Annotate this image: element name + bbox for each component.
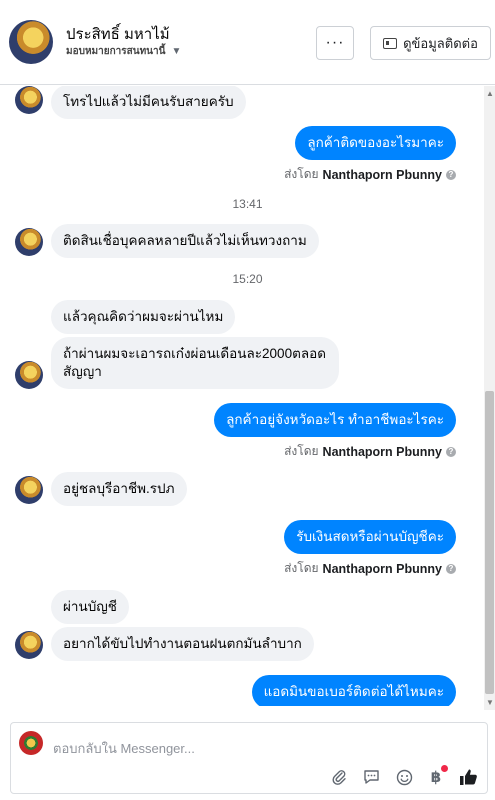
reply-input[interactable]: ตอบกลับใน Messenger... [53,738,195,759]
paperclip-icon[interactable] [329,767,349,787]
view-contact-info-button[interactable]: ดูข้อมูลติดต่อ [370,26,491,60]
assign-label: มอบหมายการสนทนานี้ [66,46,166,57]
view-contact-info-label: ดูข้อมูลติดต่อ [403,35,478,51]
contact-name[interactable]: ประสิทธิ์ มหาไม้ [66,22,170,46]
incoming-message: ผ่านบัญชี [51,590,129,624]
scroll-down-icon[interactable]: ▼ [486,698,494,707]
incoming-message: อยากได้ขับไปทำงานตอนฝนตกมันลำบาก [51,627,314,661]
timestamp: 15:20 [232,272,263,286]
chat-bubble-icon[interactable] [361,767,381,787]
baht-symbol: ฿ [430,769,442,786]
conversation-header: ประสิทธิ์ มหาไม้ มอบหมายการสนทนานี้ ▼ ··… [0,0,495,85]
sent-by-label: ส่งโดย [284,444,319,458]
avatar [15,86,43,114]
sender-name[interactable]: Nanthaporn Pbunny [323,445,442,459]
sender-name[interactable]: Nanthaporn Pbunny [323,562,442,576]
sent-by-label: ส่งโดย [284,561,319,575]
scroll-up-icon[interactable]: ▲ [486,89,494,98]
assign-conversation[interactable]: มอบหมายการสนทนานี้ ▼ [66,44,181,59]
question-icon[interactable]: ? [446,563,456,574]
sent-by-label: ส่งโดย [284,167,319,181]
sent-by-info: ส่งโดย Nanthaporn Pbunny ? [284,165,456,184]
question-icon[interactable]: ? [446,446,456,457]
reply-composer: ตอบกลับใน Messenger... ฿ [10,722,488,794]
thumbs-up-icon[interactable] [458,767,478,787]
scrollbar-thumb[interactable] [485,391,494,694]
avatar [15,631,43,659]
contact-card-icon [383,37,398,49]
sender-name[interactable]: Nanthaporn Pbunny [323,168,442,182]
incoming-message: ถ้าผ่านผมจะเอารถเก๋งผ่อนเดือนละ2000ตลอดส… [51,337,339,389]
avatar [15,361,43,389]
baht-icon[interactable]: ฿ [426,765,448,787]
timestamp: 13:41 [232,197,263,211]
incoming-message: โทรไปแล้วไม่มีคนรับสายครับ [51,86,246,119]
avatar [15,476,43,504]
sent-by-info: ส่งโดย Nanthaporn Pbunny ? [284,442,456,461]
notification-dot [441,765,448,772]
page-avatar [19,731,43,755]
scrollbar[interactable]: ▲ ▼ [484,86,495,710]
more-options-button[interactable]: ··· [316,26,354,60]
outgoing-message: ลูกค้าติดของอะไรมาคะ [295,126,456,160]
incoming-message: แล้วคุณคิดว่าผมจะผ่านไหม [51,300,236,334]
incoming-message: ติดสินเชื่อบุคคลหลายปีแล้วไม่เห็นทวงถาม [51,224,319,258]
incoming-message: อยู่ชลบุรีอาชีพ.รปภ [51,472,187,506]
ellipsis-icon: ··· [325,34,345,51]
question-icon[interactable]: ? [446,169,456,180]
smiley-icon[interactable] [394,767,414,787]
outgoing-message: แอดมินขอเบอร์ติดต่อได้ไหมคะ [251,675,456,706]
sent-by-info: ส่งโดย Nanthaporn Pbunny ? [284,559,456,578]
caret-down-icon: ▼ [171,46,182,57]
avatar [15,228,43,256]
outgoing-message: ลูกค้าอยู่จังหวัดอะไร ทำอาชีพอะไรคะ [214,403,456,437]
contact-avatar[interactable] [9,20,53,64]
outgoing-message: รับเงินสดหรือผ่านบัญชีคะ [284,520,456,554]
message-thread[interactable]: โทรไปแล้วไม่มีคนรับสายครับ ลูกค้าติดของอ… [0,86,483,706]
